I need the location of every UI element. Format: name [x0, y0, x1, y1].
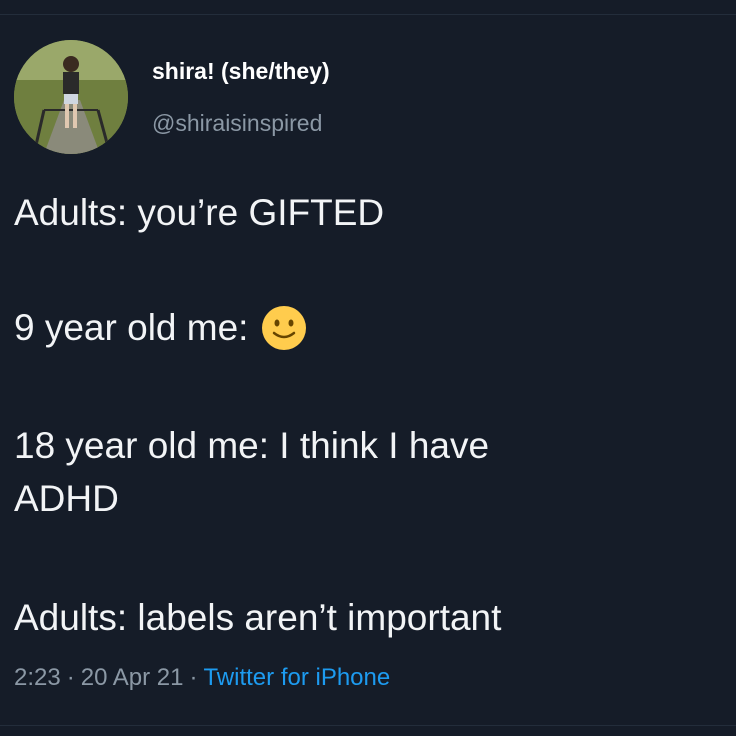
smiling-face-emoji-icon — [262, 306, 307, 350]
bottom-divider — [0, 725, 736, 726]
display-name[interactable]: shira! (she/they) — [152, 58, 330, 85]
tweet-line-4: ADHD — [14, 478, 119, 519]
tweet-source-link[interactable]: Twitter for iPhone — [203, 664, 390, 691]
avatar[interactable] — [14, 40, 128, 154]
top-divider — [0, 14, 736, 15]
tweet-time[interactable]: 2:23 — [14, 664, 61, 691]
tweet-date[interactable]: 20 Apr 21 — [81, 664, 184, 691]
handle[interactable]: @shiraisinspired — [152, 110, 322, 137]
tweet-meta: 2:23 · 20 Apr 21 · Twitter for iPhone — [14, 664, 390, 692]
tweet-line-1: Adults: you’re GIFTED — [14, 192, 385, 233]
tweet-line-5: Adults: labels aren’t important — [14, 597, 502, 638]
profile-photo-icon — [14, 40, 128, 154]
meta-separator: · — [66, 664, 75, 691]
tweet-line-3: 18 year old me: I think I have — [14, 425, 490, 466]
meta-separator-2: · — [189, 664, 198, 691]
tweet-line-2: 9 year old me: — [14, 304, 308, 352]
tweet-line-2-text: 9 year old me: — [14, 307, 249, 348]
